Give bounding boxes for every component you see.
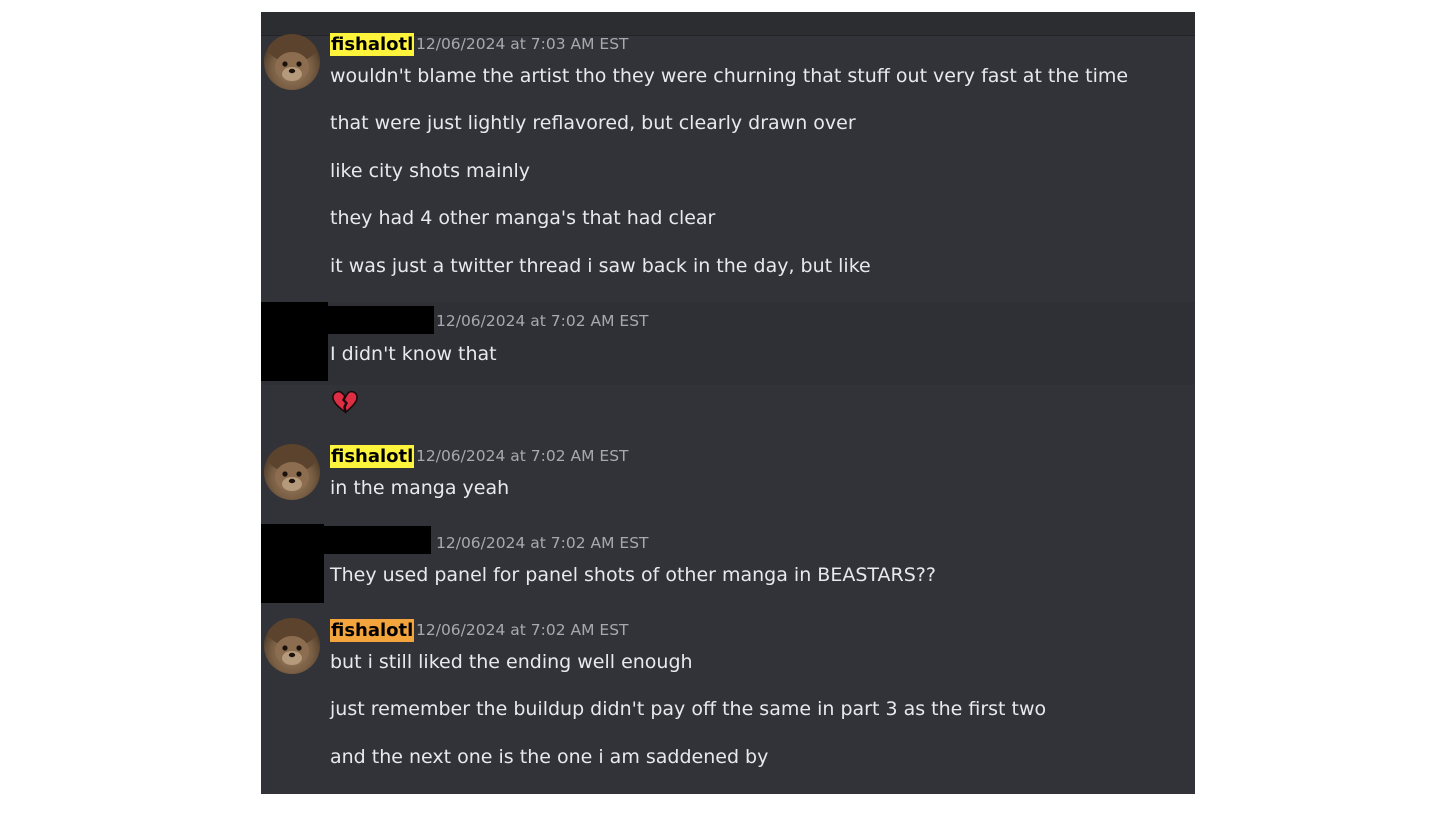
message-text: it was just a twitter thread i saw back … — [330, 255, 871, 277]
broken-heart-icon — [332, 390, 358, 414]
avatar[interactable] — [264, 444, 320, 500]
message-group: fishalotl 12/06/2024 at 7:03 AM EST woul… — [261, 30, 1195, 302]
message-text: like city shots mainly — [330, 160, 531, 182]
message-group: 12/06/2024 at 7:02 AM EST I didn't know … — [261, 302, 1195, 385]
message-text: just remember the buildup didn't pay off… — [330, 698, 1047, 720]
timestamp: 12/06/2024 at 7:03 AM EST — [416, 35, 629, 53]
message-group: 12/06/2024 at 7:02 AM EST They used pane… — [261, 524, 1195, 604]
username[interactable]: fishalotl — [330, 445, 415, 468]
message-text: They used panel for panel shots of other… — [330, 564, 936, 586]
message-group: fishalotl 12/06/2024 at 7:02 AM EST in t… — [261, 442, 1195, 522]
timestamp: 12/06/2024 at 7:02 AM EST — [416, 621, 629, 639]
redacted-username — [324, 526, 431, 554]
message-text: wouldn't blame the artist tho they were … — [330, 65, 1129, 87]
avatar[interactable] — [264, 34, 320, 90]
message-group: fishalotl 12/06/2024 at 7:02 AM EST but … — [261, 616, 1195, 794]
message-text: in the manga yeah — [330, 477, 510, 499]
redacted-username — [328, 306, 434, 334]
redacted-avatar — [261, 524, 324, 603]
message-text: that were just lightly reflavored, but c… — [330, 112, 856, 134]
otter-avatar-icon — [268, 618, 316, 666]
timestamp: 12/06/2024 at 7:02 AM EST — [416, 447, 629, 465]
message-text: but i still liked the ending well enough — [330, 651, 693, 673]
username[interactable]: fishalotl — [330, 619, 415, 642]
message-text: and the next one is the one i am saddene… — [330, 746, 769, 768]
redacted-avatar — [261, 302, 328, 381]
otter-avatar-icon — [268, 444, 316, 492]
timestamp: 12/06/2024 at 7:02 AM EST — [436, 312, 649, 330]
message-text: I didn't know that — [330, 343, 497, 365]
reaction[interactable] — [331, 388, 359, 416]
avatar[interactable] — [264, 618, 320, 674]
otter-avatar-icon — [268, 34, 316, 82]
timestamp: 12/06/2024 at 7:02 AM EST — [436, 534, 649, 552]
username[interactable]: fishalotl — [330, 33, 415, 56]
message-text: they had 4 other manga's that had clear — [330, 207, 716, 229]
chat-panel: fishalotl 12/06/2024 at 7:03 AM EST woul… — [261, 12, 1195, 794]
